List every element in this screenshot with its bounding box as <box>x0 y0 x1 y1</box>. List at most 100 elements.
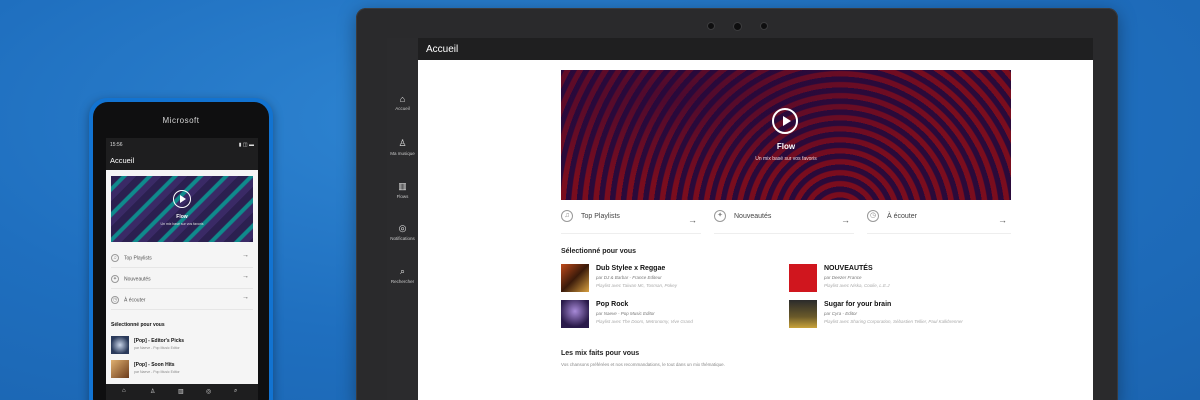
quick-link-label: Nouveautés <box>734 212 772 220</box>
rail-item-my-music[interactable]: ♙ Ma musique <box>387 138 418 156</box>
rail-label: Ma musique <box>390 151 415 156</box>
section-title-selected: Sélectionné pour vous <box>561 248 637 255</box>
rail-label: Accueil <box>395 106 410 111</box>
home-icon[interactable]: ⌂ <box>122 388 126 394</box>
playlist-cover <box>789 300 817 328</box>
quick-link-label: À écouter <box>124 297 146 304</box>
new-releases-icon: ✦ <box>714 210 726 222</box>
quick-link-label: À écouter <box>887 212 917 220</box>
playlist-meta: Playlist avec Niska, Coolie, L.E.J <box>824 283 890 288</box>
flow-hero-banner[interactable]: Flow Un mix basé sur vos favoris <box>111 176 253 242</box>
playlist-title: Sugar for your brain <box>824 301 892 308</box>
quick-link-top-playlists[interactable]: ♫ Top Playlists → <box>561 210 701 234</box>
charts-icon[interactable]: ▥ <box>178 388 184 395</box>
playlist-author: par Cyra - Editor <box>824 311 858 316</box>
playlist-card[interactable]: NOUVEAUTÉS par Deezer France Playlist av… <box>789 264 1014 294</box>
playlist-icon: ♫ <box>111 254 119 262</box>
hero-subtitle: Un mix basé sur vos favoris <box>160 222 204 226</box>
notifications-icon[interactable]: ◎ <box>206 388 211 395</box>
list-item[interactable]: [Pop] - Soon Hits par Naeve - Pop Music … <box>111 360 253 380</box>
phone-device: Microsoft 15:56 ▮ ◫ ▬ Accueil Flow Un mi… <box>89 98 273 400</box>
arrow-right-icon: → <box>242 294 249 301</box>
playlist-title: NOUVEAUTÉS <box>824 265 873 272</box>
section-title-selected: Sélectionné pour vous <box>111 322 165 328</box>
section-title-mixes: Les mix faits pour vous <box>561 350 640 357</box>
new-releases-icon: ✦ <box>111 275 119 283</box>
camera-icon <box>707 22 715 30</box>
quick-link-new-releases[interactable]: ✦ Nouveautés → <box>111 269 253 289</box>
rail-item-notifications[interactable]: ◎ Notifications <box>387 223 418 241</box>
rail-item-search[interactable]: ⌕ Rechercher <box>387 266 418 284</box>
playlist-cover <box>789 264 817 292</box>
playlist-meta: Playlist avec Taiwan Mc, Tosman, Pokey <box>596 283 677 288</box>
playlist-title: [Pop] - Editor's Picks <box>134 338 185 344</box>
search-icon[interactable]: ⌕ <box>234 388 237 395</box>
rail-label: Notifications <box>390 236 415 241</box>
camera-icon <box>733 22 742 31</box>
playlist-title: Pop Rock <box>596 301 629 308</box>
playlist-cover <box>561 300 589 328</box>
listen-later-icon: ◷ <box>111 296 119 304</box>
hero-subtitle: Un mix basé sur vos favoris <box>755 156 817 162</box>
arrow-right-icon: → <box>242 273 249 280</box>
nav-rail: ⌂ Accueil ♙ Ma musique ▥ Flows ◎ Notific… <box>387 38 418 400</box>
quick-link-listen-later[interactable]: ◷ À écouter → <box>111 290 253 310</box>
playlist-title: Dub Stylee x Reggae <box>596 265 666 272</box>
play-icon[interactable] <box>173 190 191 208</box>
rail-label: Flows <box>396 194 409 199</box>
search-icon: ⌕ <box>399 266 406 276</box>
bottom-nav: ⌂ ♙ ▥ ◎ ⌕ <box>106 384 258 400</box>
hero-title: Flow <box>776 142 796 151</box>
quick-link-listen-later[interactable]: ◷ À écouter → <box>867 210 1011 234</box>
arrow-right-icon: → <box>841 215 850 225</box>
playlist-title: [Pop] - Soon Hits <box>134 362 175 368</box>
phone-bezel: Microsoft 15:56 ▮ ◫ ▬ Accueil Flow Un mi… <box>93 102 269 400</box>
list-item[interactable]: [Pop] - Editor's Picks par Naeve - Pop M… <box>111 336 253 356</box>
playlist-meta: Playlist avec The Doors, Metronomy, Vive… <box>596 319 693 324</box>
playlist-meta: Playlist avec Sharing Corporation, Sébas… <box>824 319 963 324</box>
notifications-icon: ◎ <box>398 223 407 233</box>
tablet-device: Accueil ⌂ Accueil ♙ Ma musique ▥ Flows ◎… <box>356 8 1118 400</box>
playlist-card[interactable]: Dub Stylee x Reggae par DJ & Barbar - Fr… <box>561 264 781 294</box>
page-title: Accueil <box>387 38 1093 60</box>
hero-title: Flow <box>176 214 188 220</box>
playlist-cover <box>561 264 589 292</box>
playlist-cover <box>111 336 129 354</box>
charts-icon: ▥ <box>398 181 407 191</box>
play-icon[interactable] <box>772 108 798 134</box>
flow-hero-banner[interactable]: Flow Un mix basé sur vos favoris <box>561 70 1011 200</box>
status-icons: ▮ ◫ ▬ <box>238 142 254 148</box>
person-icon: ♙ <box>398 138 407 148</box>
rail-item-home[interactable]: ⌂ Accueil <box>387 94 418 111</box>
playlist-icon: ♫ <box>561 210 573 222</box>
playlist-card[interactable]: Sugar for your brain par Cyra - Editor P… <box>789 300 1014 330</box>
phone-screen: 15:56 ▮ ◫ ▬ Accueil Flow Un mix basé sur… <box>106 138 258 400</box>
status-time: 15:56 <box>110 142 123 148</box>
playlist-cover <box>111 360 129 378</box>
main-content: Flow Un mix basé sur vos favoris ♫ Top Pl… <box>418 60 1093 400</box>
arrow-right-icon: → <box>688 215 697 225</box>
playlist-card[interactable]: Pop Rock par Naeve - Pop Music Editor Pl… <box>561 300 781 330</box>
playlist-author: par Naeve - Pop Music Editor <box>596 311 655 316</box>
listen-later-icon: ◷ <box>867 210 879 222</box>
quick-link-label: Nouveautés <box>124 276 151 283</box>
page-title: Accueil <box>110 156 135 165</box>
quick-link-label: Top Playlists <box>581 212 620 220</box>
playlist-author: par DJ & Barbar - France Editeur <box>596 275 662 280</box>
arrow-right-icon: → <box>998 215 1007 225</box>
phone-header: 15:56 ▮ ◫ ▬ Accueil <box>106 138 258 170</box>
person-icon[interactable]: ♙ <box>150 388 155 395</box>
tablet-screen: Accueil ⌂ Accueil ♙ Ma musique ▥ Flows ◎… <box>387 38 1093 400</box>
section-subtitle-mixes: Vos chansons préférées et nos recommanda… <box>561 362 725 367</box>
playlist-author: par Deezer France <box>824 275 862 280</box>
rail-item-flows[interactable]: ▥ Flows <box>387 181 418 199</box>
quick-link-new-releases[interactable]: ✦ Nouveautés → <box>714 210 854 234</box>
arrow-right-icon: → <box>242 252 249 259</box>
quick-link-label: Top Playlists <box>124 255 152 262</box>
camera-icon <box>760 22 768 30</box>
brand-logo: Microsoft <box>162 116 200 125</box>
playlist-author: par Naeve - Pop Music Editor <box>134 370 180 374</box>
rail-label: Rechercher <box>390 279 415 284</box>
quick-link-top-playlists[interactable]: ♫ Top Playlists → <box>111 248 253 268</box>
home-icon: ⌂ <box>399 94 406 104</box>
